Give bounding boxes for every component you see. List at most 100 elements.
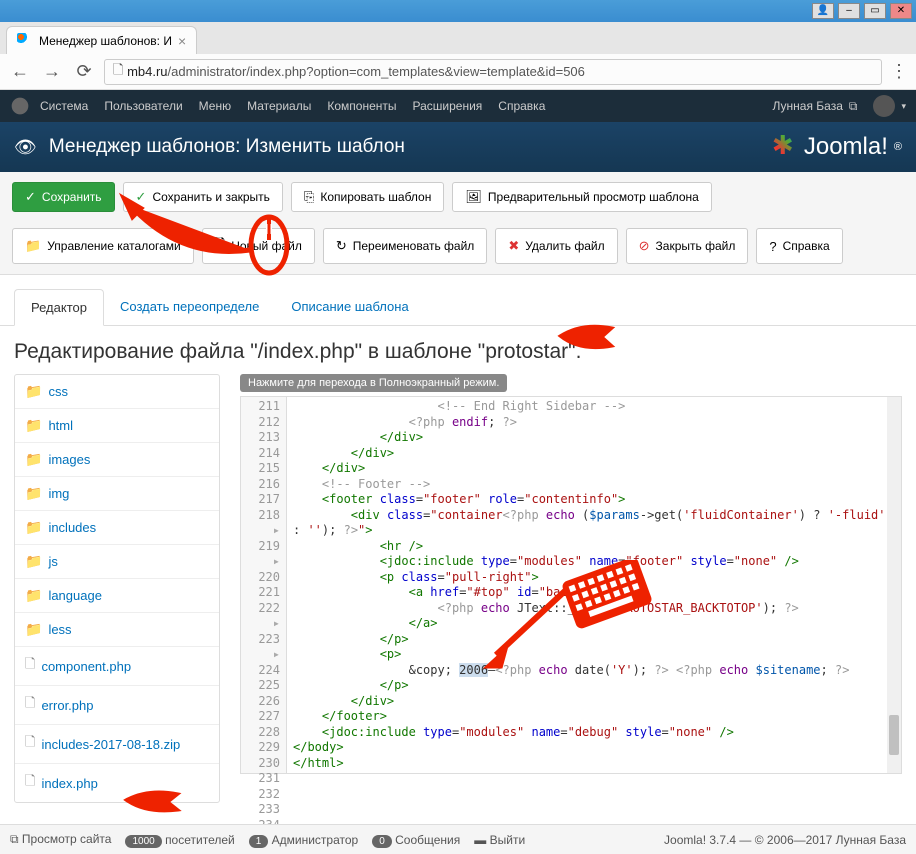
folder-item[interactable]: 📁html bbox=[15, 409, 219, 443]
help-button[interactable]: ?Справка bbox=[756, 228, 842, 264]
file-icon: 🗋 bbox=[25, 772, 35, 794]
reload-button[interactable]: ⟳ bbox=[72, 60, 96, 84]
file-icon: 🗋 bbox=[25, 733, 35, 755]
joomla-logo-icon bbox=[772, 134, 798, 160]
file-name: error.php bbox=[41, 698, 93, 713]
browser-menu-icon[interactable]: ⋮ bbox=[890, 61, 908, 82]
menu-system[interactable]: Система bbox=[40, 99, 88, 113]
menu-menu[interactable]: Меню bbox=[199, 99, 231, 113]
save-close-button[interactable]: ✓Сохранить и закрыть bbox=[123, 182, 283, 212]
folder-item[interactable]: 📁js bbox=[15, 545, 219, 579]
folder-item[interactable]: 📁 includes bbox=[15, 511, 219, 545]
menu-materials[interactable]: Материалы bbox=[247, 99, 311, 113]
tab-bar: Редактор Создать переопределе Описание ш… bbox=[0, 275, 916, 326]
user-avatar-icon[interactable] bbox=[873, 95, 895, 117]
folder-name: language bbox=[48, 588, 102, 603]
forward-button[interactable]: → bbox=[40, 60, 64, 84]
tab-editor[interactable]: Редактор bbox=[14, 289, 104, 326]
user-icon[interactable]: 👤 bbox=[812, 3, 834, 19]
folders-label: Управление каталогами bbox=[47, 239, 181, 253]
manage-folders-button[interactable]: 📁 Управление каталогами bbox=[12, 228, 194, 264]
scroll-thumb[interactable] bbox=[889, 715, 899, 755]
folder-item[interactable]: 📁 less bbox=[15, 613, 219, 647]
file-item[interactable]: 🗋component.php bbox=[15, 647, 219, 686]
menu-extensions[interactable]: Расширения bbox=[413, 99, 483, 113]
folder-icon: 📁 bbox=[25, 621, 42, 638]
page-title: Менеджер шаблонов: Изменить шаблон bbox=[49, 136, 772, 158]
messages-counter[interactable]: 0 Сообщения bbox=[372, 833, 460, 847]
back-button[interactable]: ← bbox=[8, 60, 32, 84]
address-bar[interactable]: 🗋 mb4.ru /administrator/index.php?option… bbox=[104, 59, 882, 85]
check-icon: ✓ bbox=[25, 189, 36, 205]
minimize-button[interactable]: – bbox=[838, 3, 860, 19]
file-icon: 🗋 bbox=[215, 235, 225, 257]
url-path: /administrator/index.php?option=com_temp… bbox=[168, 64, 585, 79]
delete-file-button[interactable]: ✖Удалить файл bbox=[495, 228, 617, 264]
page-header: 👁 Менеджер шаблонов: Изменить шаблон Joo… bbox=[0, 122, 916, 172]
folder-name: img bbox=[48, 486, 69, 501]
preview-button[interactable]: 🖼 Предварительный просмотр шаблона bbox=[452, 182, 711, 212]
logout-link[interactable]: ▬ Выйти bbox=[474, 833, 525, 847]
file-item[interactable]: 🗋 includes-2017-08-18.zip bbox=[15, 725, 219, 764]
site-name: Лунная База bbox=[773, 99, 843, 113]
scrollbar[interactable] bbox=[887, 397, 901, 773]
save-close-label: Сохранить и закрыть bbox=[152, 190, 269, 204]
preview-label: Предварительный просмотр шаблона bbox=[488, 190, 699, 204]
delete-label: Удалить файл bbox=[525, 239, 604, 253]
close-file-button[interactable]: ⊘Закрыть файл bbox=[626, 228, 749, 264]
redo-icon: ↻ bbox=[336, 238, 347, 254]
joomla-brand: Joomla! ® bbox=[772, 133, 902, 161]
folder-item[interactable]: 📁 language bbox=[15, 579, 219, 613]
external-link-icon: ⧉ bbox=[849, 99, 858, 114]
main-content: 📁css📁html📁images📁img📁includes📁js📁languag… bbox=[0, 374, 916, 813]
closefile-label: Закрыть файл bbox=[656, 239, 736, 253]
tab-description[interactable]: Описание шаблона bbox=[275, 289, 424, 325]
folder-item[interactable]: 📁 images bbox=[15, 443, 219, 477]
eye-icon: 👁 bbox=[14, 137, 37, 158]
file-name: includes-2017-08-18.zip bbox=[41, 737, 180, 752]
file-item[interactable]: 🗋error.php bbox=[15, 686, 219, 725]
site-frontend-link[interactable]: Лунная База ⧉ ▾ bbox=[773, 95, 906, 117]
menu-users[interactable]: Пользователи bbox=[104, 99, 182, 113]
folder-icon: 📁 bbox=[25, 383, 42, 400]
folder-name: less bbox=[48, 622, 71, 637]
folder-icon: 📁 bbox=[25, 451, 42, 468]
url-domain: mb4.ru bbox=[127, 64, 167, 79]
page-icon: 🗋 bbox=[113, 61, 127, 83]
visitors-counter[interactable]: 1000 посетителей bbox=[125, 833, 234, 847]
save-button[interactable]: ✓Сохранить bbox=[12, 182, 115, 212]
maximize-button[interactable]: ▭ bbox=[864, 3, 886, 19]
folder-icon: 📁 bbox=[25, 485, 42, 502]
view-site-link[interactable]: ⧉ Просмотр сайта bbox=[10, 832, 111, 847]
folder-item[interactable]: 📁 img bbox=[15, 477, 219, 511]
rename-label: Переименовать файл bbox=[353, 239, 475, 253]
image-icon: 🖼 bbox=[465, 189, 482, 205]
folder-name: includes bbox=[48, 520, 96, 535]
action-toolbar: ✓Сохранить ✓Сохранить и закрыть ⎘Копиров… bbox=[0, 172, 916, 275]
browser-tab-strip: Менеджер шаблонов: И × bbox=[0, 22, 916, 54]
tab-overrides[interactable]: Создать переопределе bbox=[104, 289, 275, 325]
menu-help[interactable]: Справка bbox=[498, 99, 545, 113]
menu-components[interactable]: Компоненты bbox=[327, 99, 396, 113]
code-content[interactable]: <!-- End Right Sidebar --> <?php endif; … bbox=[287, 397, 901, 773]
folder-icon: 📁 bbox=[25, 587, 42, 604]
os-close-button[interactable]: ✕ bbox=[890, 3, 912, 19]
folder-name: html bbox=[48, 418, 73, 433]
folder-icon: 📁 bbox=[25, 519, 42, 536]
fullscreen-hint[interactable]: Нажмите для перехода в Полноэкранный реж… bbox=[240, 374, 507, 392]
file-name: component.php bbox=[41, 659, 131, 674]
brand-text: Joomla! bbox=[804, 133, 888, 161]
tab-close-icon[interactable]: × bbox=[178, 33, 186, 49]
code-editor[interactable]: 211 212 213 214 215 216 217 218 ▸219 ▸22… bbox=[240, 396, 902, 774]
folder-icon: 📁 bbox=[25, 238, 41, 254]
file-item[interactable]: 🗋index.php bbox=[15, 764, 219, 802]
admin-counter[interactable]: 1 Администратор bbox=[249, 833, 358, 847]
copy-template-button[interactable]: ⎘Копировать шаблон bbox=[291, 182, 444, 212]
rename-file-button[interactable]: ↻ Переименовать файл bbox=[323, 228, 487, 264]
copy-label: Копировать шаблон bbox=[320, 190, 431, 204]
folder-name: images bbox=[48, 452, 90, 467]
folder-name: js bbox=[48, 554, 57, 569]
folder-item[interactable]: 📁css bbox=[15, 375, 219, 409]
new-file-button[interactable]: 🗋Новый файл bbox=[202, 228, 315, 264]
browser-tab[interactable]: Менеджер шаблонов: И × bbox=[6, 26, 197, 54]
